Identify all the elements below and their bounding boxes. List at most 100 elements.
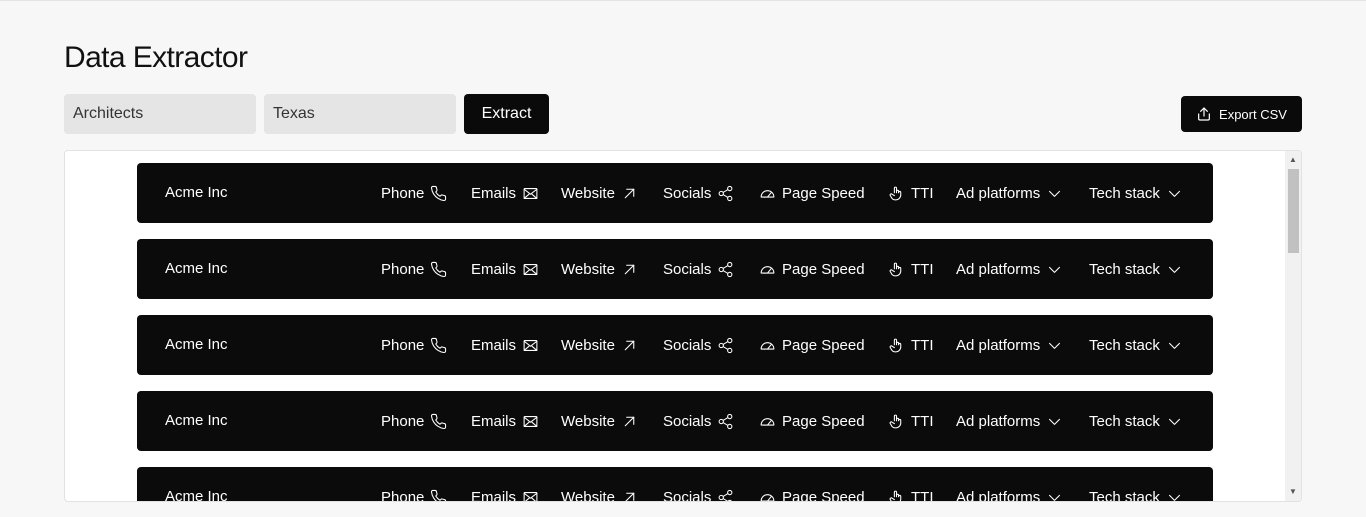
hand-pointer-icon — [889, 338, 902, 352]
tech-stack-label: Tech stack — [1089, 336, 1160, 354]
tti-cell[interactable]: TTI — [888, 391, 934, 451]
tech-stack-label: Tech stack — [1089, 184, 1160, 202]
phone-icon — [431, 413, 447, 429]
emails-cell[interactable]: Emails — [471, 239, 539, 299]
phone-cell[interactable]: Phone — [381, 391, 447, 451]
location-input[interactable] — [264, 94, 456, 134]
tech-stack-dropdown[interactable]: Tech stack — [1089, 315, 1183, 375]
ad-platforms-dropdown[interactable]: Ad platforms — [956, 391, 1063, 451]
ad-platforms-dropdown[interactable]: Ad platforms — [956, 239, 1063, 299]
chevron-down-icon — [1168, 342, 1180, 349]
scroll-down-arrow[interactable]: ▼ — [1285, 485, 1301, 499]
scrollbar[interactable]: ▲ ▼ — [1285, 151, 1301, 501]
phone-label: Phone — [381, 184, 425, 202]
company-name: Acme Inc — [165, 260, 228, 277]
website-cell[interactable]: Website — [561, 163, 638, 223]
emails-label: Emails — [471, 488, 517, 502]
tti-cell[interactable]: TTI — [888, 163, 934, 223]
page-speed-cell[interactable]: Page Speed — [759, 163, 865, 223]
page-speed-cell[interactable]: Page Speed — [759, 467, 865, 502]
scroll-up-arrow[interactable]: ▲ — [1285, 153, 1301, 167]
ad-platforms-label: Ad platforms — [956, 488, 1041, 502]
emails-cell[interactable]: Emails — [471, 467, 539, 502]
results-panel[interactable]: Acme Inc Phone Emails Website Socials Pa… — [64, 150, 1302, 502]
company-name: Acme Inc — [165, 336, 228, 353]
page-speed-label: Page Speed — [782, 488, 865, 502]
phone-cell[interactable]: Phone — [381, 163, 447, 223]
website-cell[interactable]: Website — [561, 239, 638, 299]
website-cell[interactable]: Website — [561, 391, 638, 451]
hand-pointer-icon — [889, 186, 902, 200]
tech-stack-label: Tech stack — [1089, 260, 1160, 278]
speedometer-icon — [760, 265, 775, 274]
emails-label: Emails — [471, 412, 517, 430]
tech-stack-dropdown[interactable]: Tech stack — [1089, 467, 1183, 501]
tti-label: TTI — [911, 260, 934, 278]
arrow-up-right-icon — [624, 416, 635, 426]
chevron-down-icon — [1168, 418, 1180, 425]
emails-cell[interactable]: Emails — [471, 315, 539, 375]
socials-cell[interactable]: Socials — [663, 239, 734, 299]
chevron-down-icon — [1168, 190, 1180, 197]
phone-icon — [431, 489, 447, 501]
share-icon — [718, 489, 733, 501]
socials-cell[interactable]: Socials — [663, 467, 734, 502]
extract-button[interactable]: Extract — [464, 94, 549, 134]
emails-label: Emails — [471, 184, 517, 202]
page-speed-cell[interactable]: Page Speed — [759, 391, 865, 451]
website-label: Website — [561, 488, 615, 502]
share-icon — [718, 337, 733, 353]
tti-cell[interactable]: TTI — [888, 239, 934, 299]
chevron-down-icon — [1049, 342, 1061, 349]
result-row: Acme Inc Phone Emails Website Socials Pa… — [137, 239, 1213, 299]
page-speed-cell[interactable]: Page Speed — [759, 315, 865, 375]
tti-label: TTI — [911, 488, 934, 502]
tech-stack-dropdown[interactable]: Tech stack — [1089, 239, 1183, 299]
phone-label: Phone — [381, 412, 425, 430]
page-speed-label: Page Speed — [782, 412, 865, 430]
result-row: Acme Inc Phone Emails Website Socials Pa… — [137, 163, 1213, 223]
ad-platforms-dropdown[interactable]: Ad platforms — [956, 163, 1063, 223]
phone-cell[interactable]: Phone — [381, 315, 447, 375]
emails-cell[interactable]: Emails — [471, 391, 539, 451]
socials-label: Socials — [663, 488, 712, 502]
mail-icon — [523, 339, 538, 351]
emails-cell[interactable]: Emails — [471, 163, 539, 223]
ad-platforms-label: Ad platforms — [956, 184, 1041, 202]
page-speed-cell[interactable]: Page Speed — [759, 239, 865, 299]
phone-cell[interactable]: Phone — [381, 467, 447, 501]
socials-label: Socials — [663, 336, 712, 354]
phone-label: Phone — [381, 260, 425, 278]
tech-stack-dropdown[interactable]: Tech stack — [1089, 391, 1183, 451]
emails-label: Emails — [471, 336, 517, 354]
tti-label: TTI — [911, 412, 934, 430]
query-input[interactable] — [64, 94, 256, 134]
socials-cell[interactable]: Socials — [663, 391, 734, 451]
company-name: Acme Inc — [165, 488, 228, 502]
scrollbar-thumb[interactable] — [1288, 169, 1299, 253]
tti-label: TTI — [911, 336, 934, 354]
export-icon — [1198, 107, 1210, 121]
phone-icon — [431, 261, 447, 277]
tech-stack-dropdown[interactable]: Tech stack — [1089, 163, 1183, 223]
socials-label: Socials — [663, 184, 712, 202]
mail-icon — [523, 415, 538, 427]
phone-cell[interactable]: Phone — [381, 239, 447, 299]
ad-platforms-dropdown[interactable]: Ad platforms — [956, 315, 1063, 375]
export-csv-button[interactable]: Export CSV — [1181, 96, 1302, 132]
tti-cell[interactable]: TTI — [888, 315, 934, 375]
socials-cell[interactable]: Socials — [663, 315, 734, 375]
chevron-down-icon — [1049, 190, 1061, 197]
socials-cell[interactable]: Socials — [663, 163, 734, 223]
mail-icon — [523, 263, 538, 275]
arrow-up-right-icon — [624, 492, 635, 501]
tti-cell[interactable]: TTI — [888, 467, 934, 502]
website-cell[interactable]: Website — [561, 315, 638, 375]
phone-icon — [431, 185, 447, 201]
share-icon — [718, 413, 733, 429]
ad-platforms-dropdown[interactable]: Ad platforms — [956, 467, 1063, 502]
website-cell[interactable]: Website — [561, 467, 638, 502]
speedometer-icon — [760, 189, 775, 198]
mail-icon — [523, 187, 538, 199]
socials-label: Socials — [663, 412, 712, 430]
